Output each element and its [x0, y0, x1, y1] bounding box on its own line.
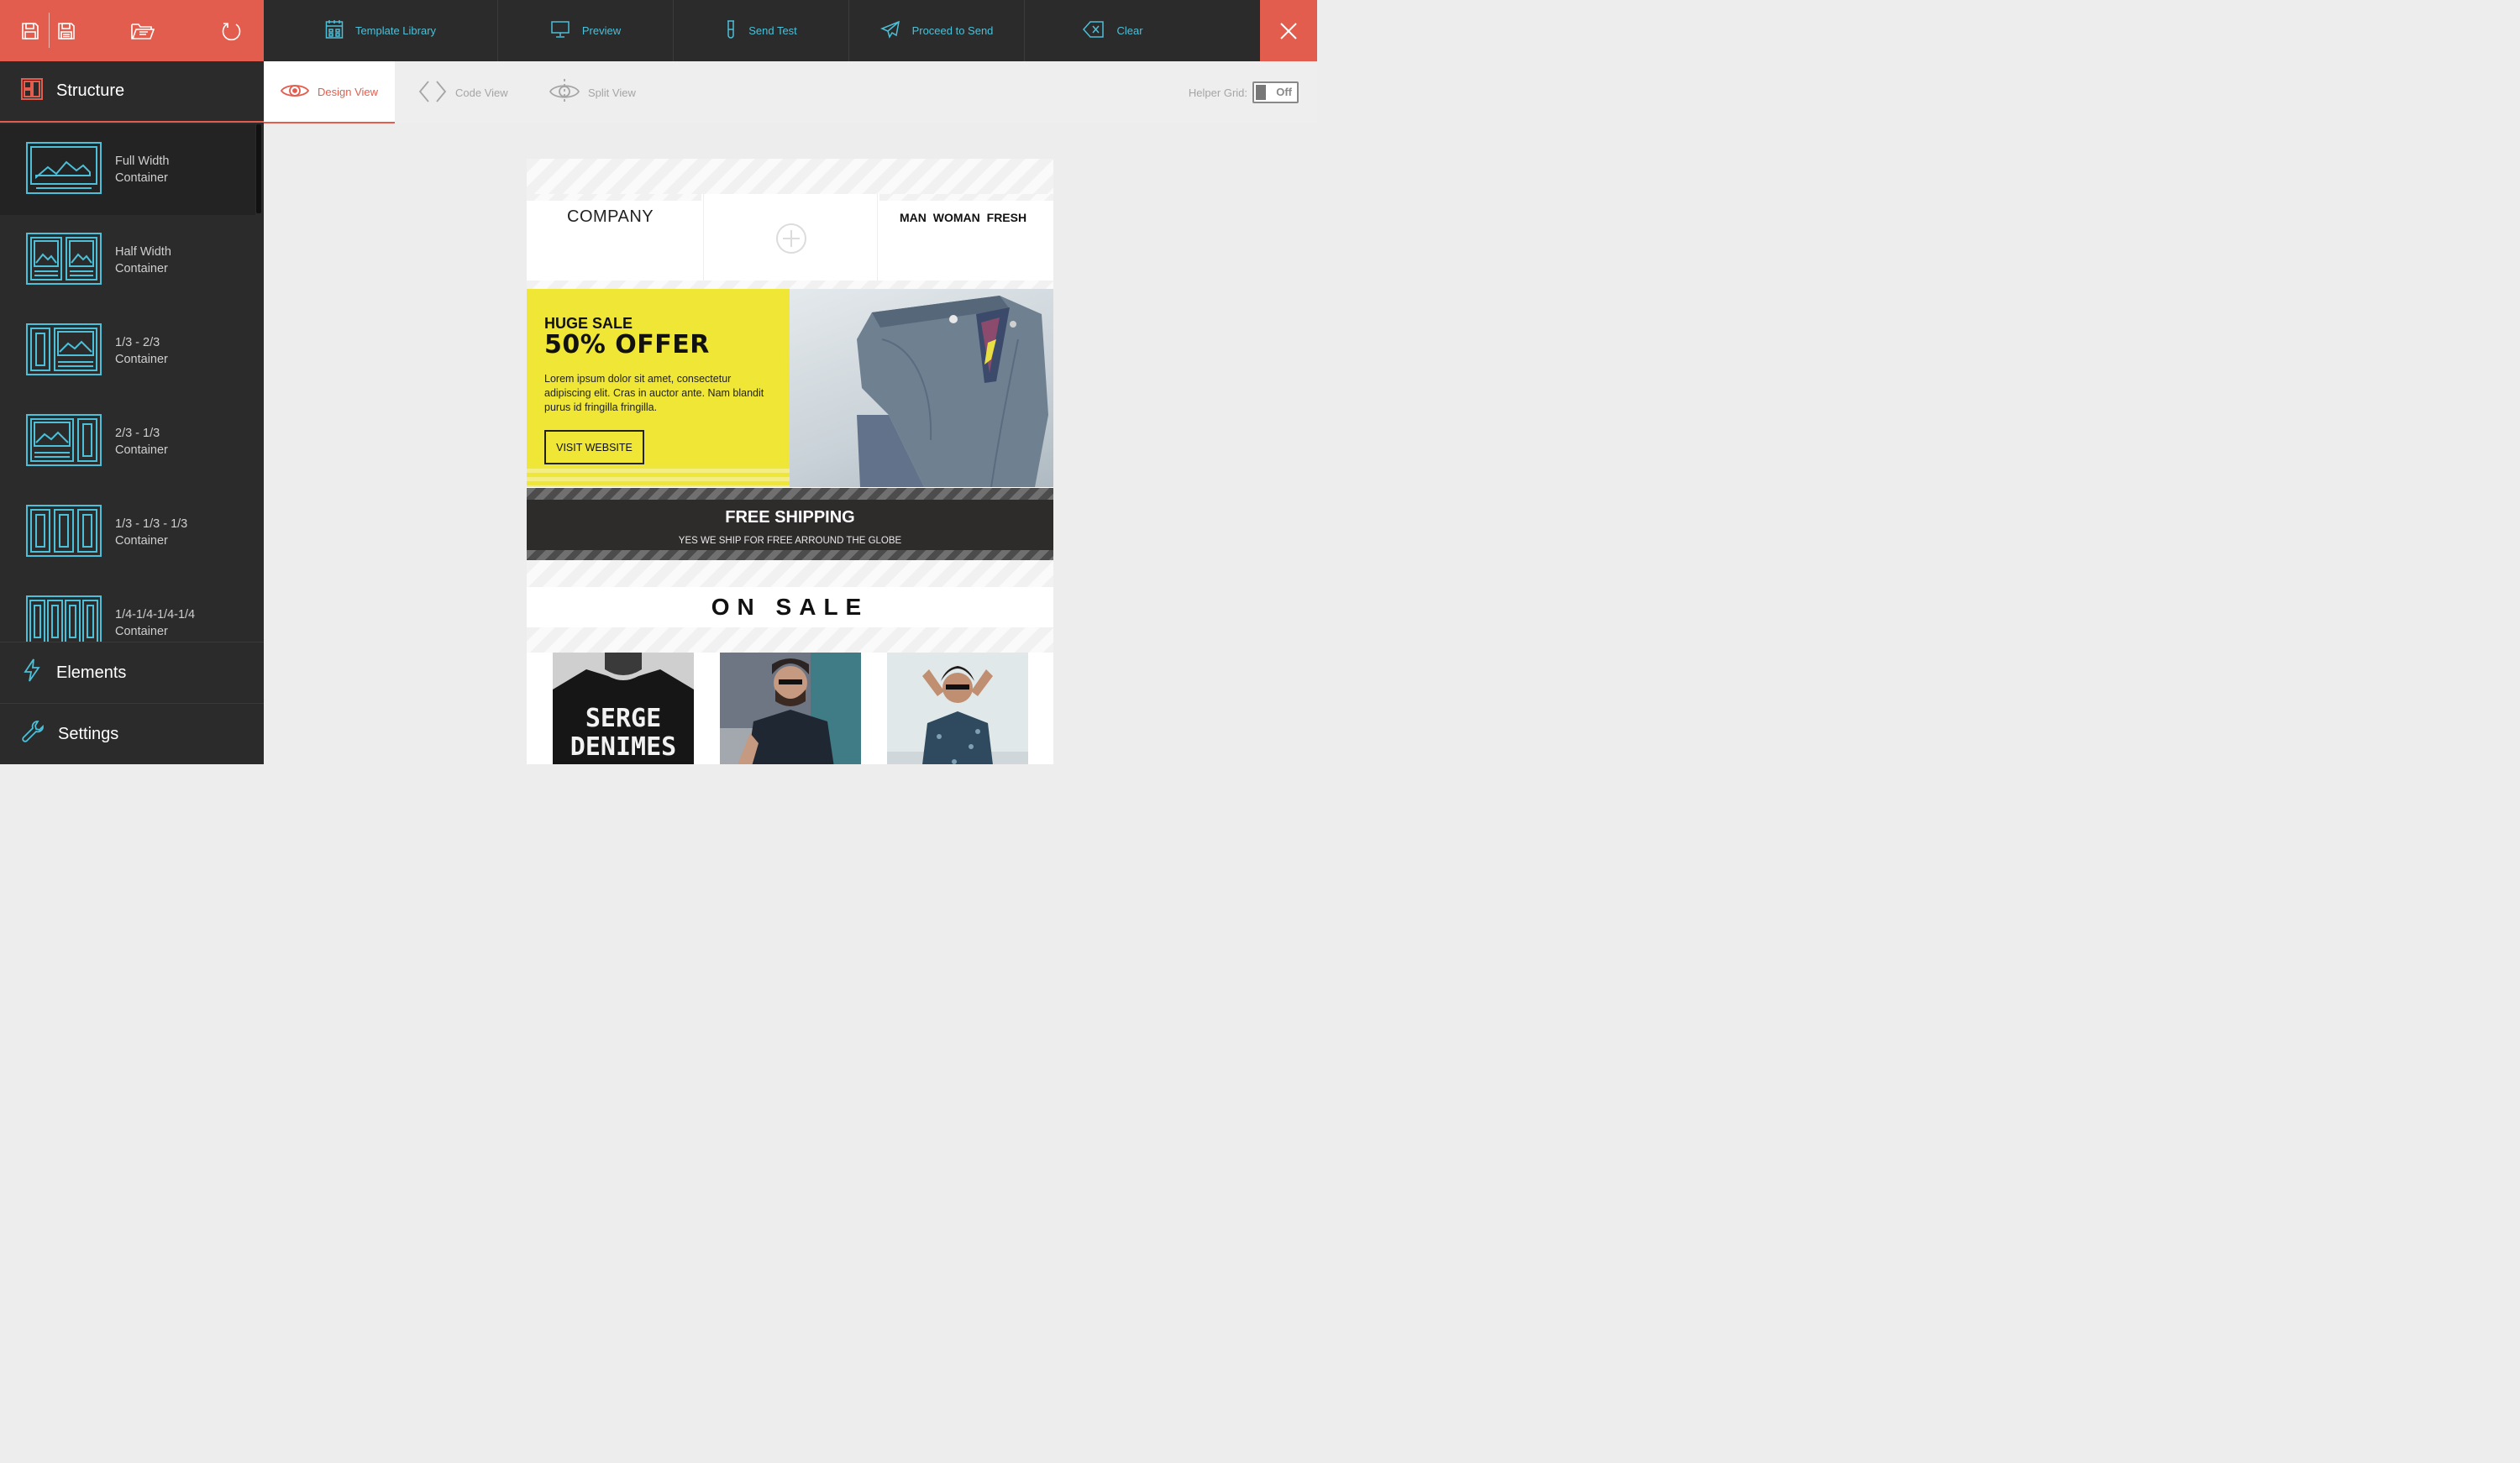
sidebar: Structure Full Width Container Half Widt… — [0, 61, 264, 764]
hero-headline: 50% OFFER — [544, 330, 710, 359]
helper-grid: Helper Grid: Off — [1189, 81, 1299, 103]
preview-label: Preview — [581, 24, 622, 37]
hero-band — [527, 464, 790, 487]
product-image-2[interactable] — [720, 653, 861, 764]
company-logo-text: COMPANY — [567, 207, 654, 226]
design-canvas: COMPANY MAN WOMAN FRESH HUGE SALE 50% OF… — [264, 123, 1317, 764]
view-tabs: Design View Code View Split View Helper … — [264, 61, 1317, 123]
header-nav-links[interactable]: MAN WOMAN FRESH — [900, 211, 1026, 224]
container-item-one-third-two-thirds[interactable]: 1/3 - 2/3 Container — [0, 306, 255, 396]
container-item-full-width[interactable]: Full Width Container — [0, 124, 255, 215]
open-folder-icon[interactable] — [130, 18, 155, 44]
elements-label: Elements — [56, 663, 127, 682]
template-library-button[interactable]: Template Library — [264, 0, 498, 61]
tee-print-line-2: DENIMES — [570, 732, 676, 762]
undo-icon[interactable] — [219, 18, 244, 44]
hero-pants-image[interactable] — [790, 289, 1053, 487]
hero-body-text: Lorem ipsum dolor sit amet, consectetur … — [544, 373, 764, 413]
shipping-bottom-band — [527, 550, 1053, 560]
product-image-3[interactable] — [887, 653, 1028, 764]
save-as-icon[interactable] — [54, 18, 79, 44]
send-test-label: Send Test — [748, 24, 797, 37]
close-icon[interactable] — [1260, 0, 1317, 61]
container-label: Full Width Container — [115, 155, 170, 185]
toggle-knob — [1256, 85, 1266, 100]
container-list-scrollbar[interactable] — [256, 124, 261, 213]
elements-section-header[interactable]: Elements — [0, 642, 264, 703]
structure-layout-icon — [21, 77, 43, 105]
sale-top-spacer — [527, 560, 1053, 587]
full-width-container-icon — [26, 141, 102, 198]
container-item-three-column[interactable]: 1/3 - 1/3 - 1/3 Container — [0, 487, 255, 578]
helper-grid-toggle[interactable]: Off — [1252, 81, 1299, 103]
free-shipping-banner[interactable]: FREE SHIPPING YES WE SHIP FOR FREE ARROU… — [527, 500, 1053, 550]
toolbar-divider — [49, 13, 50, 48]
code-brackets-icon — [418, 80, 447, 106]
structure-section-header[interactable]: Structure — [0, 61, 264, 123]
half-width-container-icon — [26, 232, 102, 289]
four-column-container-icon — [26, 595, 102, 642]
backspace-clear-icon — [1083, 20, 1105, 41]
template-library-icon — [325, 19, 344, 42]
design-view-label: Design View — [317, 85, 379, 98]
shipping-title: FREE SHIPPING — [725, 508, 855, 527]
split-view-label: Split View — [588, 86, 636, 99]
on-sale-title: ON SALE — [711, 594, 869, 620]
settings-section-header[interactable]: Settings — [0, 703, 264, 764]
save-icon[interactable] — [18, 18, 43, 44]
preview-button[interactable]: Preview — [498, 0, 674, 61]
shipping-top-band — [527, 488, 1053, 500]
container-label: Half Width Container — [115, 245, 171, 275]
one-third-two-thirds-container-icon — [26, 322, 102, 380]
on-sale-heading-block[interactable]: ON SALE — [527, 587, 1053, 627]
helper-grid-value: Off — [1276, 86, 1292, 98]
container-item-four-column[interactable]: 1/4-1/4-1/4-1/4 Container — [0, 578, 255, 642]
hero-promo-block[interactable]: HUGE SALE 50% OFFER Lorem ipsum dolor si… — [527, 289, 790, 487]
product-image-1[interactable]: SERGE DENIMES — [553, 653, 694, 764]
template-library-label: Template Library — [354, 24, 437, 37]
header-cell-nav[interactable] — [879, 194, 1053, 281]
header-bottom-spacer — [527, 281, 1053, 289]
clear-button[interactable]: Clear — [1025, 0, 1201, 61]
lightning-bolt-icon — [21, 658, 43, 687]
proceed-to-send-button[interactable]: Proceed to Send — [849, 0, 1025, 61]
file-actions — [0, 0, 264, 61]
container-label: 2/3 - 1/3 Container — [115, 427, 168, 457]
header-spacer — [527, 159, 1053, 194]
test-tube-icon — [725, 19, 737, 42]
paper-plane-icon — [879, 20, 900, 41]
structure-label: Structure — [56, 81, 125, 100]
visit-website-button[interactable]: VISIT WEBSITE — [544, 430, 644, 464]
tab-design-view[interactable]: Design View — [264, 61, 395, 123]
shipping-subtitle: YES WE SHIP FOR FREE ARROUND THE GLOBE — [678, 536, 902, 546]
container-item-two-thirds-one-third[interactable]: 2/3 - 1/3 Container — [0, 396, 255, 487]
code-view-label: Code View — [455, 86, 508, 99]
eye-icon — [280, 81, 310, 102]
three-column-container-icon — [26, 504, 102, 561]
container-label: 1/3 - 1/3 - 1/3 Container — [115, 517, 188, 548]
top-toolbar: Template Library Preview Send Test Proce… — [0, 0, 1317, 61]
container-label: 1/3 - 2/3 Container — [115, 336, 168, 366]
container-list: Full Width Container Half Width Containe… — [0, 124, 264, 642]
tab-split-view[interactable]: Split View — [549, 61, 636, 123]
two-thirds-one-third-container-icon — [26, 413, 102, 470]
container-label: 1/4-1/4-1/4-1/4 Container — [115, 608, 196, 638]
split-eye-icon — [549, 78, 580, 107]
preview-monitor-icon — [550, 20, 570, 41]
tee-print-line-1: SERGE — [585, 704, 661, 733]
send-test-button[interactable]: Send Test — [674, 0, 849, 61]
settings-label: Settings — [58, 724, 119, 743]
tab-code-view[interactable]: Code View — [418, 61, 508, 123]
proceed-to-send-label: Proceed to Send — [911, 24, 994, 37]
helper-grid-label: Helper Grid: — [1188, 86, 1247, 99]
add-element-icon[interactable] — [775, 223, 807, 259]
container-item-half-width[interactable]: Half Width Container — [0, 215, 255, 306]
wrench-icon — [21, 720, 45, 748]
email-template: COMPANY MAN WOMAN FRESH HUGE SALE 50% OF… — [527, 159, 1053, 764]
sale-bottom-spacer — [527, 627, 1053, 653]
clear-label: Clear — [1116, 24, 1143, 37]
